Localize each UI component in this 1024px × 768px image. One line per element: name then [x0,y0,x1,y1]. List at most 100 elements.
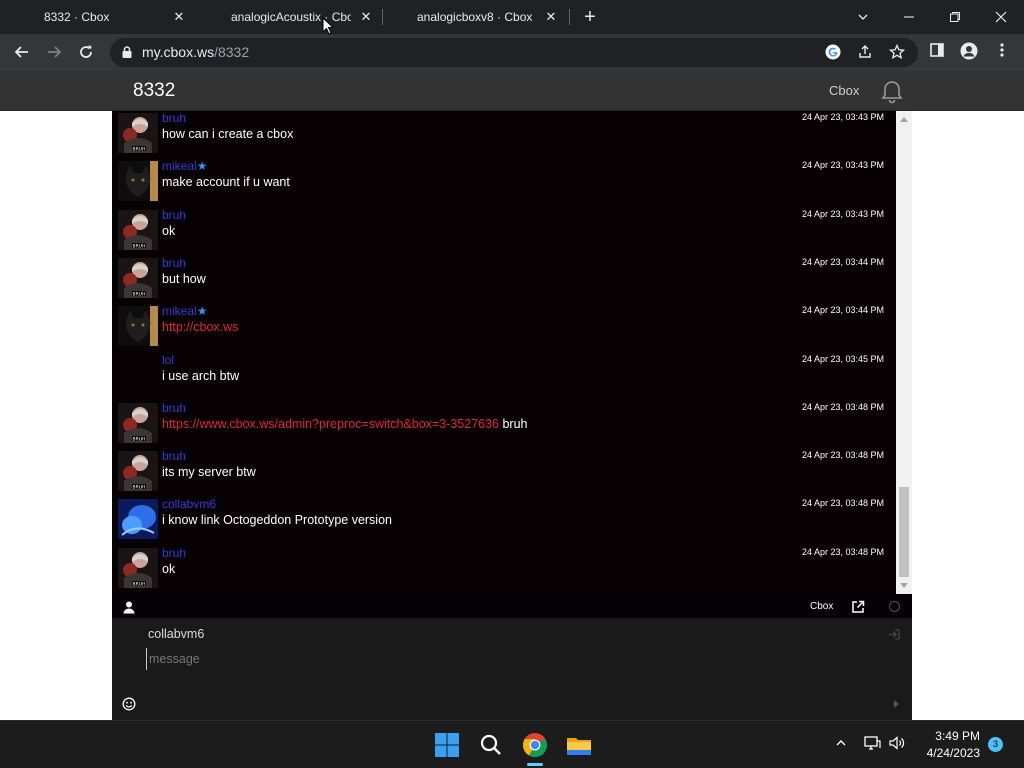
message-username[interactable]: bruh [162,401,186,415]
url-text: my.cbox.ws/8332 [142,44,250,60]
chat-message: BRUH bruh ok 24 Apr 23, 03:48 PM [112,546,896,594]
message-body: but how [162,271,206,286]
bookmark-star-icon[interactable] [888,43,906,62]
message-username[interactable]: bruh [162,111,186,125]
message-timestamp: 24 Apr 23, 03:44 PM [801,305,884,316]
avatar[interactable]: BRUH [118,113,158,153]
cbox-link[interactable]: Cbox [810,596,833,618]
chat-status-bar: Cbox [112,596,912,618]
message-text: its my server btw [162,464,256,480]
message-list[interactable]: BRUH bruh how can i create a cbox 24 Apr 23… [112,111,896,594]
restore-button[interactable] [932,0,978,34]
send-arrow-icon[interactable] [894,700,899,708]
file-explorer-icon[interactable] [563,729,595,761]
avatar[interactable] [118,161,158,202]
windows-start-icon[interactable] [431,729,463,761]
forward-button[interactable] [42,40,66,64]
notification-badge[interactable]: 3 [988,737,1003,752]
tab-search-button[interactable] [840,0,886,34]
side-panel-icon[interactable] [927,42,947,62]
taskbar-clock[interactable]: 3:49 PM 4/24/2023 [918,728,980,762]
profile-icon[interactable] [959,42,979,62]
tab-8332[interactable]: 8332 · Cbox ✕ [0,0,196,34]
emoji-icon[interactable] [122,697,136,711]
username-text: bruh [162,449,187,464]
compose-name-field[interactable]: collabvm6 [148,627,204,641]
svg-text:BRUH: BRUH [133,147,146,153]
message-text: ok [162,561,175,577]
bell-icon[interactable] [879,79,905,105]
share-icon[interactable] [856,44,874,62]
address-bar[interactable]: my.cbox.ws/8332 [110,38,918,67]
login-icon[interactable] [888,628,901,641]
loading-icon [889,601,900,612]
mouse-cursor-icon [322,17,334,35]
chat-message: lol i use arch btw 24 Apr 23, 03:45 PM [112,353,896,401]
menu-kebab-icon[interactable] [992,42,1012,62]
message-body: its my server btw [162,465,256,480]
message-username[interactable]: bruh [162,546,186,560]
windows-taskbar: 3:49 PM 4/24/2023 3 [0,720,1024,768]
avatar[interactable]: BRUH [118,257,158,298]
message-username[interactable]: collabvm6 [162,497,216,511]
search-icon[interactable] [475,729,507,761]
message-timestamp: 24 Apr 23, 03:43 PM [801,208,884,219]
close-icon[interactable]: ✕ [171,9,187,25]
avatar[interactable] [118,499,158,540]
avatar[interactable]: BRUH [118,209,158,250]
network-icon[interactable] [862,735,882,755]
close-icon[interactable]: ✕ [543,9,559,25]
scroll-up-arrow[interactable] [900,117,908,122]
volume-icon[interactable] [887,735,907,755]
scroll-down-arrow[interactable] [900,583,908,588]
message-username[interactable]: bruh [162,208,186,222]
minimize-button[interactable] [886,0,932,34]
chat-message: BRUH bruh https://www.cbox.ws/admin?prepro… [112,401,896,449]
message-username[interactable]: lol [162,353,174,367]
avatar[interactable]: BRUH [118,402,158,443]
lock-icon[interactable] [120,45,134,59]
message-input[interactable] [146,648,866,670]
message-username[interactable]: mikeal★ [162,304,207,318]
chevron-up-icon[interactable] [831,735,851,755]
username-text: bruh [162,400,187,415]
avatar[interactable]: BRUH [118,451,158,492]
message-timestamp: 24 Apr 23, 03:48 PM [801,401,884,412]
cbox-brand-link[interactable]: Cbox [829,71,859,111]
close-window-button[interactable] [978,0,1024,34]
popout-icon[interactable] [851,600,865,614]
chat-message: BRUH bruh how can i create a cbox 24 Apr 23… [112,111,896,159]
message-text: but how [162,271,206,287]
web-page: 8332 Cbox BRUH bruh how can i create a cbo… [0,71,1024,720]
message-text: how can i create a cbox [162,126,293,142]
avatar-empty[interactable] [118,355,158,395]
message-username[interactable]: bruh [162,449,186,463]
google-icon[interactable] [824,44,842,62]
scrollbar[interactable] [896,111,912,594]
back-button[interactable] [10,40,34,64]
username-text: bruh [162,545,187,560]
message-link[interactable]: http://cbox.ws [162,320,238,334]
message-text: https://www.cbox.ws/admin?preproc=switch… [162,416,528,432]
user-icon[interactable] [122,600,136,614]
svg-text:BRUH: BRUH [133,581,146,587]
message-timestamp: 24 Apr 23, 03:44 PM [801,256,884,267]
tab-analogicboxv8[interactable]: analogicboxv8 · Cbox ✕ [383,0,569,34]
new-tab-button[interactable]: + [580,7,600,27]
tab-analogicacoustix[interactable]: analogicAcoustix · Cbox ✕ [196,0,382,34]
message-username[interactable]: mikeal★ [162,159,207,173]
scroll-thumb[interactable] [899,487,909,577]
message-text: i use arch btw [162,368,239,384]
close-icon[interactable]: ✕ [358,9,374,25]
message-username[interactable]: bruh [162,256,186,270]
message-text: make account if u want [162,174,290,190]
username-text: mikeal [162,159,197,174]
chat-message: BRUH bruh ok 24 Apr 23, 03:43 PM [112,208,896,256]
message-body: i use arch btw [162,368,240,383]
chrome-icon[interactable] [519,729,551,761]
reload-button[interactable] [74,40,98,64]
message-link[interactable]: https://www.cbox.ws/admin?preproc=switch… [162,417,499,431]
avatar[interactable]: BRUH [118,547,158,588]
avatar[interactable] [118,306,158,347]
browser-toolbar: my.cbox.ws/8332 [0,34,1024,71]
